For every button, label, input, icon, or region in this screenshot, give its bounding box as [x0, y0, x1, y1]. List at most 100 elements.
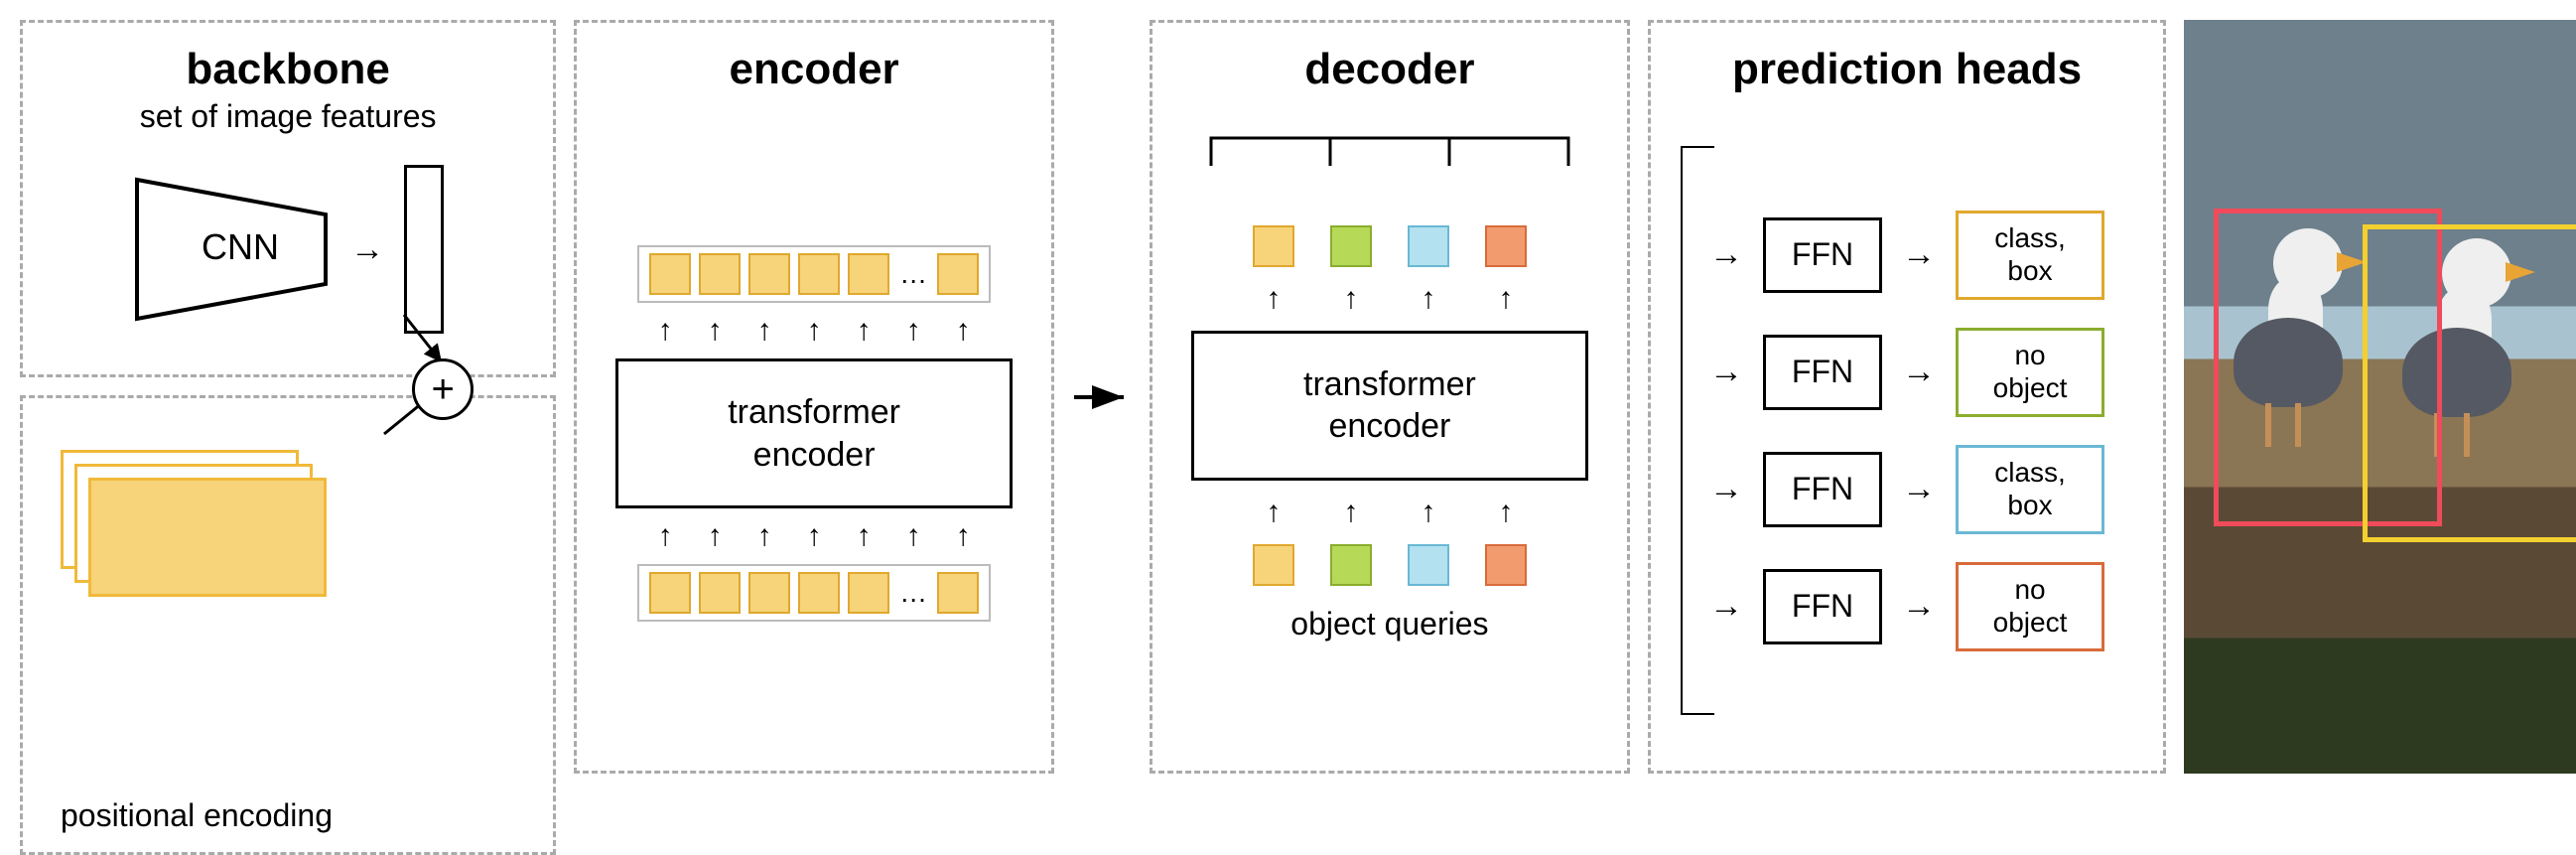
- query-token: [1253, 225, 1294, 267]
- decoder-output-tokens: [1253, 225, 1527, 267]
- decoder-up-arrows-top: ↑ ↑ ↑ ↑: [1253, 281, 1527, 317]
- decoder-block: decoder ↑ ↑ ↑ ↑ transformer encoder ↑ ↑ ↑ ↑ ob…: [1150, 20, 1630, 774]
- arrow-up-icon: ↑: [1253, 284, 1294, 314]
- encoder-input-tokens: …: [637, 564, 991, 622]
- feature-token: [937, 572, 979, 614]
- arrow-up-icon: ↑: [892, 521, 934, 551]
- prediction-row: → FFN → class, box: [1669, 445, 2145, 534]
- arrow-right-icon: →: [1902, 587, 1936, 626]
- feature-token: [798, 253, 840, 295]
- backbone-row: CNN →: [41, 165, 535, 334]
- positional-encoding-block: positional encoding: [20, 395, 556, 855]
- feature-token: [748, 572, 790, 614]
- encoder-body: … ↑ ↑ ↑ ↑ ↑ ↑ ↑ transformer encoder ↑ ↑ ↑ ↑ ↑ ↑ ↑ …: [595, 114, 1033, 753]
- backbone-subtitle: set of image features: [41, 98, 535, 135]
- feature-token: [798, 572, 840, 614]
- prediction-row: → FFN → class, box: [1669, 211, 2145, 300]
- feature-tensor-rect: [404, 165, 444, 334]
- query-token: [1253, 544, 1294, 586]
- backbone-title: backbone: [41, 45, 535, 94]
- query-token: [1330, 225, 1372, 267]
- encoder-up-arrows-top: ↑↑↑↑↑↑↑: [644, 313, 984, 349]
- prediction-output-box: no object: [1956, 328, 2104, 417]
- arrow-up-icon: ↑: [793, 316, 835, 346]
- encoder-up-arrows-bottom: ↑ ↑ ↑ ↑ ↑ ↑ ↑: [644, 518, 984, 554]
- feature-token: [937, 253, 979, 295]
- arrow-up-icon: ↑: [942, 316, 984, 346]
- arrow-up-icon: ↑: [1408, 284, 1449, 314]
- positional-stack-icon: [61, 450, 319, 599]
- prediction-output-box: class, box: [1956, 211, 2104, 300]
- arrow-right-icon: →: [1709, 470, 1743, 508]
- decoder-body: ↑ ↑ ↑ ↑ transformer encoder ↑ ↑ ↑ ↑ object que…: [1170, 114, 1609, 753]
- decoder-input-tokens: [1253, 544, 1527, 586]
- query-token: [1485, 544, 1527, 586]
- encoder-block: encoder … ↑↑↑↑↑↑↑ transformer encoder ↑↑…: [574, 20, 1054, 774]
- arrow-up-icon: ↑: [793, 521, 835, 551]
- arrow-right-icon: →: [1709, 353, 1743, 391]
- result-image-panel: [2184, 20, 2576, 774]
- arrow-up-icon: ↑: [1253, 498, 1294, 527]
- arrow-right-icon: →: [1709, 587, 1743, 626]
- feature-token: [848, 253, 889, 295]
- query-token: [1408, 225, 1449, 267]
- query-token: [1330, 544, 1372, 586]
- ffn-box: FFN: [1763, 569, 1882, 644]
- arrow-up-icon: ↑: [1330, 284, 1372, 314]
- encoder-to-decoder-arrow: [1072, 20, 1132, 774]
- arrow-right-icon: →: [1709, 235, 1743, 274]
- arrow-right-icon: [1072, 377, 1132, 417]
- arrow-up-icon: ↑: [694, 521, 736, 551]
- transformer-encoder-box: transformer encoder: [615, 358, 1013, 508]
- decoder-up-arrows-bottom: ↑↑↑↑: [1253, 495, 1527, 530]
- arrow-right-icon: →: [1902, 470, 1936, 508]
- feature-token: [699, 253, 741, 295]
- plus-node-icon: +: [412, 358, 474, 420]
- decoder-title: decoder: [1170, 45, 1609, 94]
- backbone-block: backbone set of image features CNN → +: [20, 20, 556, 377]
- prediction-row: → FFN → no object: [1669, 562, 2145, 651]
- ellipsis: …: [897, 577, 929, 609]
- feature-token: [699, 572, 741, 614]
- ellipsis: …: [897, 258, 929, 290]
- detection-bbox-yellow: [2363, 224, 2576, 542]
- arrow-up-icon: ↑: [1485, 498, 1527, 527]
- prediction-input-brace-icon: [1681, 146, 1714, 715]
- positional-card: [88, 478, 327, 597]
- positional-label: positional encoding: [61, 797, 535, 834]
- arrow-up-icon: ↑: [843, 521, 884, 551]
- prediction-output-box: class, box: [1956, 445, 2104, 534]
- ffn-box: FFN: [1763, 335, 1882, 410]
- arrow-up-icon: ↑: [744, 316, 785, 346]
- arrow-up-icon: ↑: [694, 316, 736, 346]
- arrow-up-icon: ↑: [1408, 498, 1449, 527]
- plus-sign: +: [432, 369, 455, 409]
- arrow-right-icon: →: [1902, 235, 1936, 274]
- object-queries-label: object queries: [1290, 606, 1488, 642]
- arrow-up-icon: ↑: [942, 521, 984, 551]
- feature-token: [649, 253, 691, 295]
- feature-token: [848, 572, 889, 614]
- query-token: [1485, 225, 1527, 267]
- arrow-right-icon: →: [1902, 353, 1936, 391]
- prediction-row: → FFN → no object: [1669, 328, 2145, 417]
- arrow-up-icon: ↑: [892, 316, 934, 346]
- photo-scene: [2184, 20, 2576, 774]
- arrow-up-icon: ↑: [644, 521, 686, 551]
- architecture-diagram: backbone set of image features CNN → +: [20, 20, 2576, 774]
- ffn-box: FFN: [1763, 452, 1882, 527]
- arrow-up-icon: ↑: [744, 521, 785, 551]
- prediction-output-box: no object: [1956, 562, 2104, 651]
- arrow-up-icon: ↑: [644, 316, 686, 346]
- arrow-up-icon: ↑: [1485, 284, 1527, 314]
- prediction-heads-body: → FFN → class, box → FFN → no object → FFN → class,…: [1669, 108, 2145, 753]
- feature-token: [748, 253, 790, 295]
- query-token: [1408, 544, 1449, 586]
- cnn-trapezoid-icon: CNN: [132, 175, 331, 324]
- decoder-output-bridge-icon: [1201, 108, 1578, 178]
- prediction-heads-title: prediction heads: [1669, 45, 2145, 94]
- feature-token: [649, 572, 691, 614]
- prediction-heads-block: prediction heads → FFN → class, box → FFN → no …: [1648, 20, 2166, 774]
- transformer-decoder-box: transformer encoder: [1191, 331, 1588, 481]
- ffn-box: FFN: [1763, 217, 1882, 293]
